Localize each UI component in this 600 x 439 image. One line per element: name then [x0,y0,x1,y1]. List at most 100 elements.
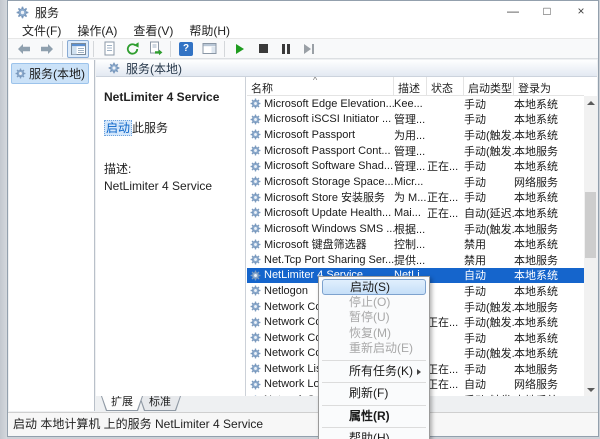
context-menu-item[interactable]: 停止(O) [320,295,428,311]
service-row[interactable]: Microsoft iSCSI Initiator ... 管理... 手动 本… [247,112,584,128]
scroll-down-icon[interactable] [584,383,597,396]
service-logon-as: 本地系统 [514,314,584,330]
context-menu-item[interactable]: 恢复(M) [320,326,428,342]
service-startup-type: 手动 [464,330,514,346]
service-row[interactable]: Net.Tcp Port Sharing Ser... 提供... 禁用 本地服… [247,252,584,268]
column-header-logon-as[interactable]: 登录为 [514,77,584,95]
show-action-pane-button[interactable] [198,40,220,58]
service-row[interactable]: Microsoft Update Health... Mai... 正在... … [247,205,584,221]
service-name: Microsoft 键盘筛选器 [264,236,367,252]
column-header-status[interactable]: 状态 [427,77,464,95]
service-startup-type: 禁用 [464,252,514,268]
service-name: Microsoft Windows SMS ... [264,223,394,235]
title-bar[interactable]: 服务 — □ × [8,1,598,23]
service-row[interactable]: Microsoft Windows SMS ... 根据... 手动(触发...… [247,221,584,237]
service-row[interactable]: Microsoft Storage Space... Micr... 手动 网络… [247,174,584,190]
service-row[interactable]: Microsoft Passport 为用... 手动(触发... 本地系统 [247,127,584,143]
service-gear-icon [250,192,261,203]
menu-view[interactable]: 查看(V) [125,22,181,39]
minimize-button[interactable]: — [496,1,530,23]
restart-service-button[interactable] [298,40,320,58]
back-button[interactable] [13,40,35,58]
service-startup-type: 禁用 [464,236,514,252]
maximize-button[interactable]: □ [530,1,564,23]
service-startup-type: 手动 [464,174,514,190]
service-status: 正在... [427,361,464,377]
selected-service-title: NetLimiter 4 Service [104,90,245,104]
back-icon [17,43,31,55]
start-service-link[interactable]: 启动 [104,120,132,136]
properties-button[interactable] [98,40,120,58]
tree-item-services-local[interactable]: 服务(本地) [11,63,89,84]
context-menu-item-label: 停止(O) [349,295,390,309]
service-logon-as: 本地系统 [514,267,584,283]
context-menu-item[interactable]: 帮助(H) [320,431,428,439]
menu-help[interactable]: 帮助(H) [181,22,238,39]
column-header-description[interactable]: 描述 [394,77,427,95]
service-name-cell: Microsoft Software Shad... [247,160,394,172]
service-gear-icon [250,223,261,234]
service-description: Kee... [394,98,427,110]
service-logon-as: 本地系统 [514,330,584,346]
service-logon-as: 本地服务 [514,361,584,377]
menu-action[interactable]: 操作(A) [69,22,125,39]
service-gear-icon [250,114,261,125]
pause-service-button[interactable] [275,40,297,58]
service-gear-icon [250,254,261,265]
service-name-cell: Microsoft Storage Space... [247,176,394,188]
console-main-area: 服务(本地) 服务(本地) NetLimiter 4 Service 启动此服务… [8,59,598,412]
export-list-button[interactable] [144,40,166,58]
help-button[interactable]: ? [175,40,197,58]
refresh-button[interactable] [121,40,143,58]
service-startup-type: 手动(触发... [464,345,514,361]
service-description: 提供... [394,252,427,268]
context-menu-item[interactable]: 所有任务(K) [320,364,428,380]
start-service-button[interactable] [229,40,251,58]
service-startup-type: 自动(延迟... [464,205,514,221]
context-menu-item-label: 属性(R) [349,409,390,423]
show-console-tree-button[interactable] [67,40,89,58]
column-header-name[interactable]: 名称^ [247,77,394,95]
service-gear-icon [250,301,261,312]
service-row[interactable]: Microsoft Edge Elevation... Kee... 手动 本地… [247,96,584,112]
service-logon-as: 本地系统 [514,158,584,174]
service-row[interactable]: Microsoft Software Shad... 管理... 正在... 手… [247,158,584,174]
context-menu-item[interactable]: 刷新(F) [320,386,428,402]
column-header-startup-type[interactable]: 启动类型 [464,77,514,95]
service-startup-type: 自动 [464,376,514,392]
tab-standard[interactable]: 标准 [139,396,181,411]
scroll-up-icon[interactable] [584,96,597,109]
context-menu-item[interactable]: 重新启动(E) [320,341,428,357]
context-menu: 启动(S)停止(O)暂停(U)恢复(M)重新启动(E) 所有任务(K) 刷新(F) 属… [318,276,430,439]
tab-extended[interactable]: 扩展 [101,396,143,411]
service-gear-icon [250,207,261,218]
service-description: 管理... [394,158,427,174]
service-gear-icon [250,239,261,250]
service-logon-as: 本地系统 [514,96,584,112]
stop-service-button[interactable] [252,40,274,58]
console-tree-pane: 服务(本地) [9,60,95,411]
forward-button[interactable] [36,40,58,58]
scrollbar-thumb[interactable] [585,192,596,258]
close-button[interactable]: × [564,1,598,23]
vertical-scrollbar[interactable] [584,96,597,396]
context-menu-item[interactable]: 暂停(U) [320,310,428,326]
background-page-strip [0,0,7,439]
service-name: Microsoft Store 安装服务 [264,189,385,205]
service-logon-as: 本地系统 [514,127,584,143]
context-menu-item-label: 所有任务(K) [349,364,413,378]
service-description: Micr... [394,176,427,188]
service-name: Microsoft Update Health... [264,207,391,219]
start-service-link-rest[interactable]: 此服务 [132,121,168,135]
context-menu-item[interactable]: 属性(R) [320,409,428,425]
service-row[interactable]: Microsoft 键盘筛选器 控制... 禁用 本地系统 [247,236,584,252]
service-row[interactable]: Microsoft Passport Cont... 管理... 手动(触发..… [247,143,584,159]
service-startup-type: 手动 [464,111,514,127]
context-menu-item[interactable]: 启动(S) [322,279,426,295]
service-name: Microsoft Storage Space... [264,176,394,188]
menu-file[interactable]: 文件(F) [14,22,69,39]
service-gear-icon [250,317,261,328]
service-description: 管理... [394,111,427,127]
service-row[interactable]: Microsoft Store 安装服务 为 M... 正在... 手动 本地系… [247,190,584,206]
stop-icon [259,44,268,53]
